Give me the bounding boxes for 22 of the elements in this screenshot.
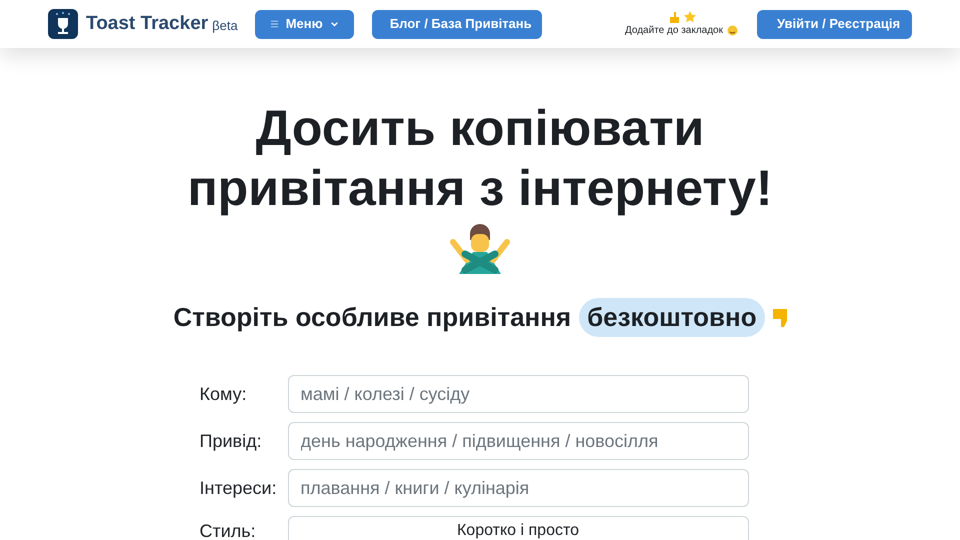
bookmark-hint: Додайте до закладок [625, 24, 723, 38]
hero-subtitle: Створіть особливе привітання [173, 301, 572, 334]
person-crossed-arms-icon [449, 222, 511, 276]
field-label: Кому: [198, 382, 248, 406]
input-field[interactable]: день народження / підвищення / новосілля [288, 422, 748, 460]
input-field[interactable]: плавання / книги / кулінарія [288, 469, 748, 507]
chevron-icon [330, 20, 338, 28]
beta-label: βeta [212, 17, 238, 36]
field-label: Стиль: [198, 520, 257, 540]
menu-icon [270, 19, 278, 29]
field-label: Інтереси: [198, 476, 278, 500]
login-button[interactable]: Увійти / Реєстрація [757, 10, 912, 38]
highlighted-word: безкоштовно [579, 298, 765, 337]
menu-button[interactable]: Меню [254, 10, 354, 38]
blog-button[interactable]: Блог / База Привітань [372, 10, 542, 38]
logo-icon [48, 9, 78, 39]
input-field[interactable]: мамі / колезі / сусіду [288, 375, 748, 413]
hero-title: привітання з інтернету! [187, 159, 773, 218]
field-label: Привід: [198, 430, 263, 453]
hero-title: Досить копіювати [256, 99, 704, 158]
brand-name: Toast Tracker [86, 12, 208, 36]
style-select[interactable]: Коротко і просто [288, 516, 748, 540]
